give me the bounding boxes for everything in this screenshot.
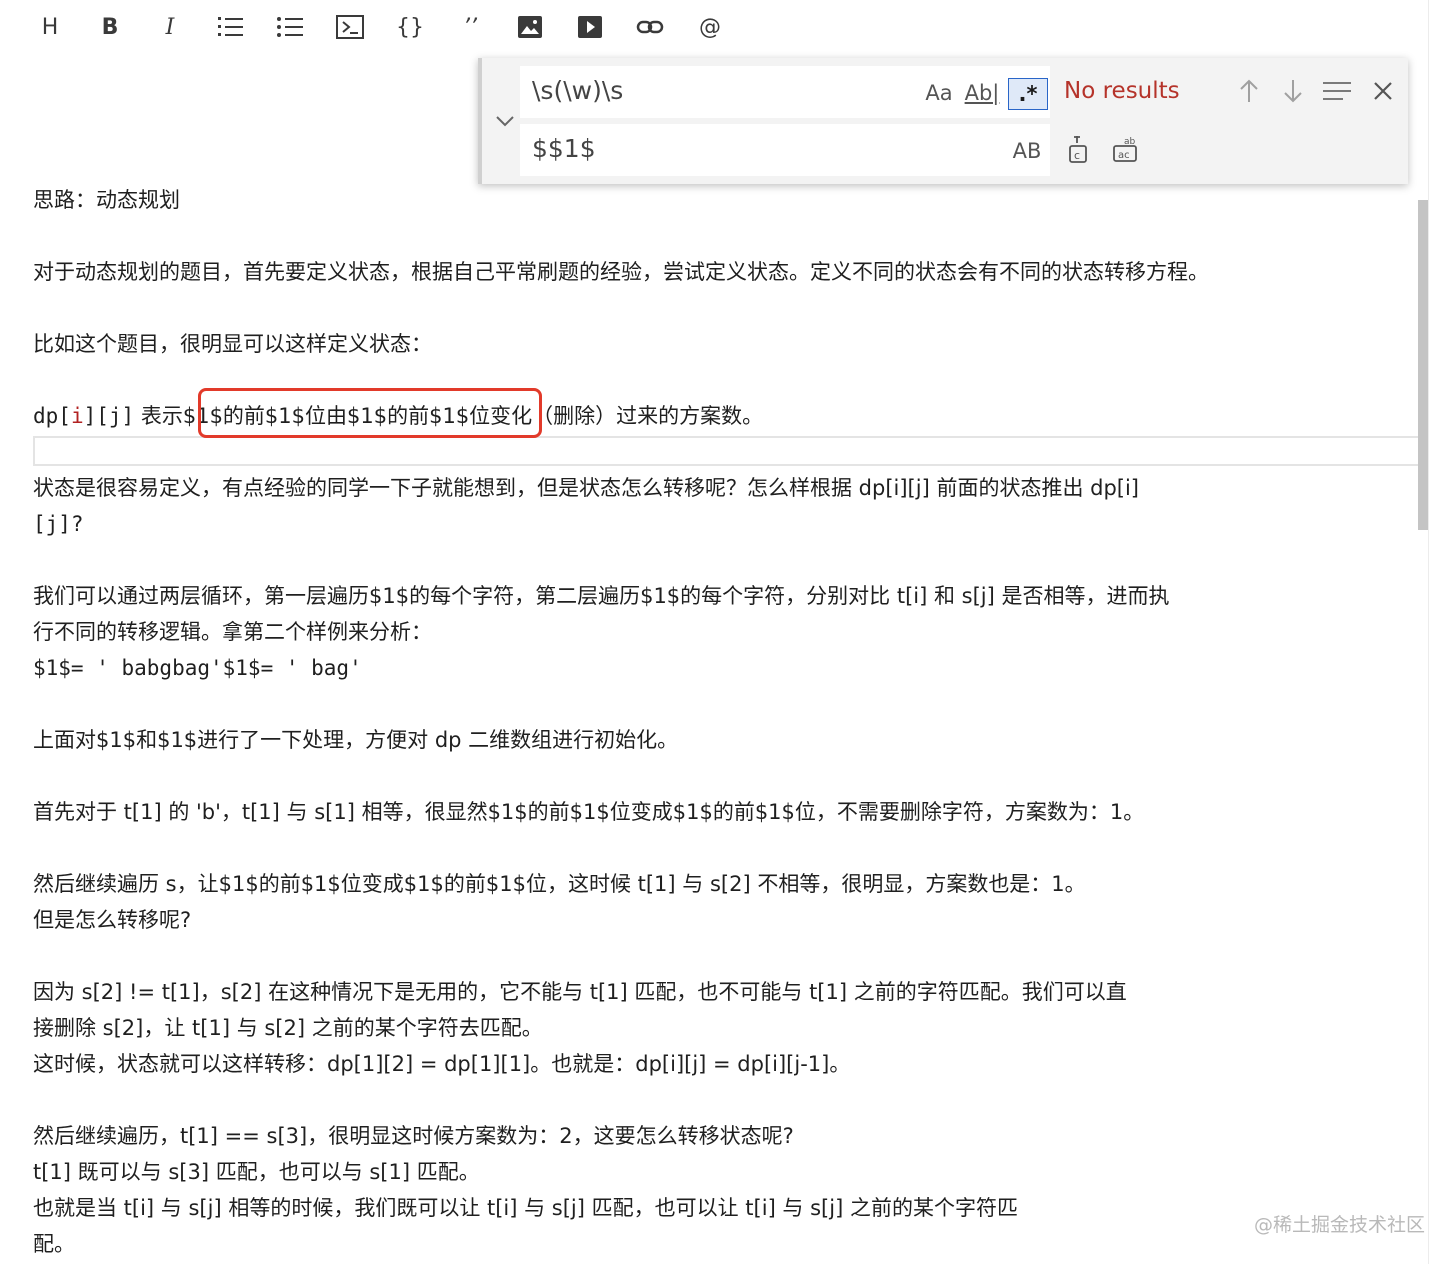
italic-icon: I xyxy=(165,14,175,40)
replace-all-icon: ac ab xyxy=(1113,137,1137,162)
heading-icon: H xyxy=(41,14,59,40)
braces-icon: {} xyxy=(396,14,424,40)
svg-text:c: c xyxy=(1074,149,1080,162)
previous-match-button[interactable] xyxy=(1234,76,1264,106)
next-match-button[interactable] xyxy=(1278,76,1308,106)
video-icon xyxy=(578,16,602,38)
find-replace-widget: \s(\w)\s Aa Ab| .* $$1$ AB No results c … xyxy=(478,58,1408,184)
selection-lines-icon xyxy=(1323,82,1351,100)
replace-icon: c xyxy=(1069,136,1087,163)
doc-line: 行不同的转移逻辑。拿第二个样例来分析： xyxy=(33,620,432,644)
regex-icon: .* xyxy=(1018,82,1038,106)
doc-line: 但是怎么转移呢? xyxy=(33,908,192,932)
annotation-box xyxy=(198,388,542,438)
doc-line: 对于动态规划的题目，首先要定义状态，根据自己平常刷题的经验，尝试定义状态。定义不… xyxy=(33,260,1209,284)
link-button[interactable] xyxy=(631,8,669,46)
doc-line: 首先对于 t[1] 的 'b'，t[1] 与 s[1] 相等，很显然$1$的前$… xyxy=(33,800,1145,824)
replace-one-button[interactable]: c xyxy=(1064,134,1094,164)
doc-line: 配。 xyxy=(33,1232,75,1256)
doc-line: 比如这个题目，很明显可以这样定义状态： xyxy=(33,332,432,356)
find-status: No results xyxy=(1064,78,1180,104)
bold-icon: B xyxy=(101,14,119,40)
match-case-toggle[interactable]: Aa xyxy=(922,78,956,108)
bullet-list-icon xyxy=(277,17,303,37)
doc-line: 上面对$1$和$1$进行了一下处理，方便对 dp 二维数组进行初始化。 xyxy=(33,728,679,752)
quote-button[interactable]: ’’ xyxy=(451,8,489,46)
ordered-list-button[interactable] xyxy=(211,8,249,46)
find-in-selection-button[interactable] xyxy=(1322,76,1352,106)
doc-line: 然后继续遍历，t[1] == s[3]，很明显这时候方案数为：2，这要怎么转移状… xyxy=(33,1124,794,1148)
vertical-scrollbar-thumb[interactable] xyxy=(1418,200,1428,530)
replace-all-button[interactable]: ac ab xyxy=(1110,134,1140,164)
preserve-case-icon: AB xyxy=(1012,139,1042,163)
ordered-list-icon xyxy=(218,17,243,36)
doc-line: [j]? xyxy=(33,512,84,536)
inline-code-button[interactable]: {} xyxy=(391,8,429,46)
formatting-toolbar: H B I {} ’’ @ xyxy=(0,0,760,54)
svg-text:ac: ac xyxy=(1118,150,1130,161)
code-block-button[interactable] xyxy=(331,8,369,46)
toggle-replace-button[interactable] xyxy=(492,108,518,134)
match-case-icon: Aa xyxy=(925,81,953,105)
replace-input[interactable]: $$1$ AB xyxy=(520,124,1050,176)
image-icon xyxy=(518,16,542,38)
video-button[interactable] xyxy=(571,8,609,46)
whole-word-toggle[interactable]: Ab| xyxy=(964,78,1000,108)
close-icon xyxy=(1374,82,1392,100)
replace-input-value: $$1$ xyxy=(532,134,596,163)
editor-area[interactable]: H B I {} ’’ @ 思路：动态规划 对于动态规划的题目，首先要定义状态，… xyxy=(0,0,1423,1264)
current-line-highlight xyxy=(33,436,1423,466)
doc-line: 思路：动态规划 xyxy=(33,188,180,212)
doc-line: 然后继续遍历 s，让$1$的前$1$位变成$1$的前$1$位，这时候 t[1] … xyxy=(33,872,1086,896)
arrow-down-icon xyxy=(1284,80,1302,103)
italic-button[interactable]: I xyxy=(151,8,189,46)
link-icon xyxy=(636,20,664,34)
doc-line: 这时候，状态就可以这样转移：dp[1][2] = dp[1][1]。也就是：dp… xyxy=(33,1052,851,1076)
code-text: ][j] xyxy=(83,404,135,428)
doc-line: $1$= ' babgbag'$1$= ' bag' xyxy=(33,656,362,680)
doc-line: t[1] 既可以与 s[3] 匹配，也可以与 s[1] 匹配。 xyxy=(33,1160,480,1184)
doc-line: 也就是当 t[i] 与 s[j] 相等的时候，我们既可以让 t[i] 与 s[j… xyxy=(33,1196,1018,1220)
bold-button[interactable]: B xyxy=(91,8,129,46)
arrow-up-icon xyxy=(1240,79,1258,102)
heading-button[interactable]: H xyxy=(31,8,69,46)
doc-line: 我们可以通过两层循环，第一层遍历$1$的每个字符，第二层遍历$1$的每个字符，分… xyxy=(33,584,1170,608)
image-button[interactable] xyxy=(511,8,549,46)
find-input-value: \s(\w)\s xyxy=(532,76,624,105)
doc-line: 接删除 s[2]，让 t[1] 与 s[2] 之前的某个字符去匹配。 xyxy=(33,1016,543,1040)
regex-toggle[interactable]: .* xyxy=(1008,78,1048,110)
code-text: dp[ xyxy=(33,404,71,428)
code-text: i xyxy=(70,404,84,428)
at-icon: @ xyxy=(699,14,721,40)
svg-text:ab: ab xyxy=(1124,137,1136,147)
chevron-down-icon xyxy=(496,116,514,127)
doc-line: 因为 s[2] != t[1]，s[2] 在这种情况下是无用的，它不能与 t[1… xyxy=(33,980,1127,1004)
bullet-list-button[interactable] xyxy=(271,8,309,46)
editor-gutter-right xyxy=(1428,0,1448,1264)
quote-icon: ’’ xyxy=(463,14,477,40)
doc-line: 状态是很容易定义，有点经验的同学一下子就能想到，但是状态怎么转移呢？怎么样根据 … xyxy=(33,476,1140,500)
find-input[interactable]: \s(\w)\s Aa Ab| .* xyxy=(520,66,1050,118)
whole-word-icon: Ab| xyxy=(964,81,1000,105)
close-find-button[interactable] xyxy=(1368,76,1398,106)
terminal-icon xyxy=(336,15,364,39)
preserve-case-toggle[interactable]: AB xyxy=(1008,136,1046,166)
watermark: @稀土掘金技术社区 xyxy=(1254,1214,1426,1236)
mention-button[interactable]: @ xyxy=(691,8,729,46)
